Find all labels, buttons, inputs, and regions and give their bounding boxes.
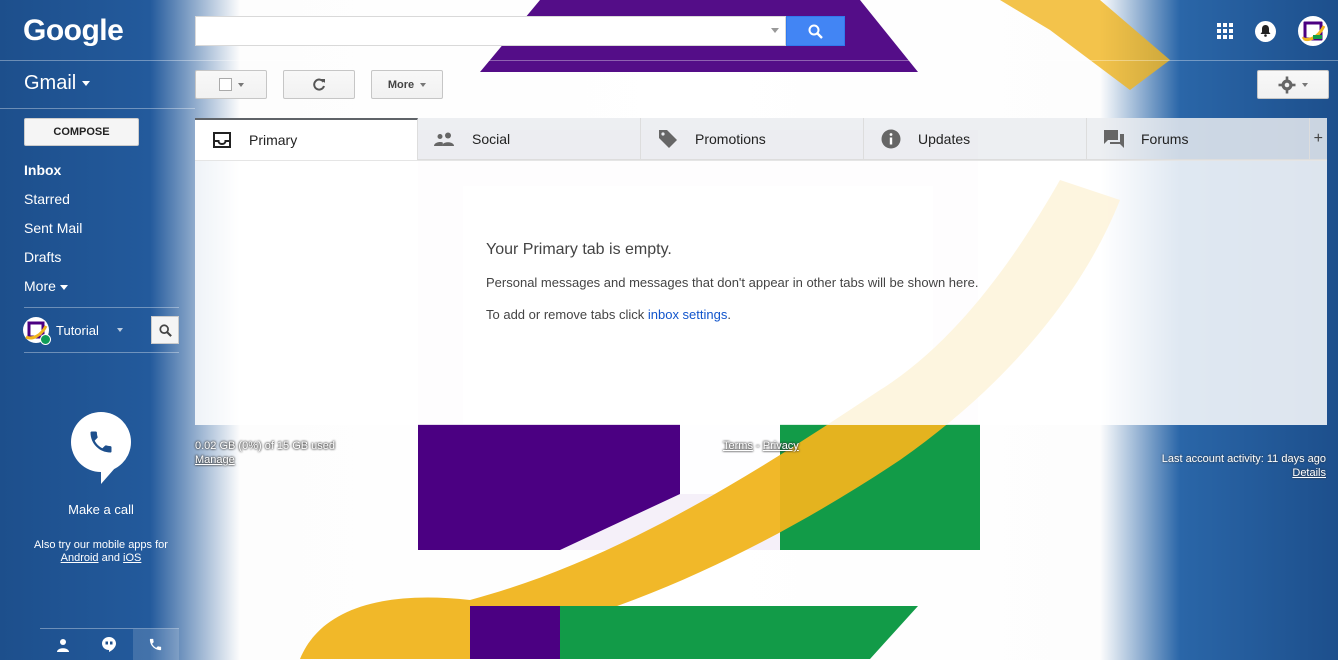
apps-grid-icon[interactable] xyxy=(1217,23,1233,39)
refresh-icon xyxy=(313,78,325,90)
tab-promotions[interactable]: Promotions xyxy=(641,118,864,160)
tab-updates[interactable]: Updates xyxy=(864,118,1087,160)
ios-link[interactable]: iOS xyxy=(123,552,141,564)
people-icon xyxy=(434,128,456,150)
tab-primary[interactable]: Primary xyxy=(195,118,418,160)
sidebar-item-more[interactable]: More xyxy=(24,276,82,305)
add-tab-button[interactable]: + xyxy=(1310,118,1327,160)
sidebar-item-starred[interactable]: Starred xyxy=(24,189,82,218)
tab-label: Updates xyxy=(918,130,971,147)
activity-details-link[interactable]: Details xyxy=(1162,467,1326,479)
compose-button[interactable]: COMPOSE xyxy=(24,118,139,146)
manage-storage-link[interactable]: Manage xyxy=(195,454,335,466)
nav-divider xyxy=(24,307,179,308)
gmail-label: Gmail xyxy=(24,72,77,94)
chevron-down-icon xyxy=(237,82,244,87)
chevron-down-icon xyxy=(82,81,91,86)
refresh-button[interactable] xyxy=(283,70,355,99)
search-icon xyxy=(808,24,823,39)
empty-state-title: Your Primary tab is empty. xyxy=(486,241,672,258)
google-logo[interactable]: Google xyxy=(23,14,124,48)
tab-social[interactable]: Social xyxy=(418,118,641,160)
sidebar-item-inbox[interactable]: Inbox xyxy=(24,160,82,189)
tab-label: Promotions xyxy=(695,130,766,147)
hangouts-avatar[interactable] xyxy=(23,317,51,345)
settings-button[interactable] xyxy=(1257,70,1329,99)
chevron-down-icon[interactable] xyxy=(116,328,123,332)
footer-separator: - xyxy=(756,440,760,452)
tab-label: Social xyxy=(472,130,511,147)
sidebar-item-drafts[interactable]: Drafts xyxy=(24,247,82,276)
search-box[interactable] xyxy=(195,16,786,46)
info-icon xyxy=(880,128,902,150)
terms-link[interactable]: Terms xyxy=(723,440,753,452)
search-options-caret-icon[interactable] xyxy=(771,28,779,33)
privacy-link[interactable]: Privacy xyxy=(763,440,799,452)
mobile-apps-text: Also try our mobile apps for xyxy=(34,539,168,551)
search-people-button[interactable] xyxy=(151,316,179,344)
account-activity: Last account activity: 11 days ago Detai… xyxy=(1162,453,1326,479)
sidebar-item-label: Sent Mail xyxy=(24,220,83,236)
storage-text: 0.02 GB (0%) of 15 GB used xyxy=(195,440,336,452)
phone-icon xyxy=(150,638,162,651)
sidebar-item-label: Inbox xyxy=(24,162,62,178)
sidebar-item-sent-mail[interactable]: Sent Mail xyxy=(24,218,82,247)
sidebar-item-label: Drafts xyxy=(24,249,62,265)
inbox-panel: Primary Social Promotions Updates Forums xyxy=(195,118,1327,425)
phone-tab[interactable] xyxy=(132,629,179,660)
chevron-down-icon xyxy=(59,284,68,290)
account-avatar[interactable] xyxy=(1298,16,1328,46)
chevron-down-icon xyxy=(420,82,427,87)
more-actions-label: More xyxy=(387,78,415,91)
account-tools xyxy=(1217,16,1328,46)
more-actions-button[interactable]: More xyxy=(371,70,443,99)
empty-state-hint: To add or remove tabs click inbox settin… xyxy=(486,307,731,322)
hint-suffix: . xyxy=(727,307,731,322)
android-link[interactable]: Android xyxy=(61,552,99,564)
and-text: and xyxy=(101,552,120,564)
hangouts-user-name[interactable]: Tutorial xyxy=(56,323,99,338)
mobile-apps-note: Also try our mobile apps for Android and… xyxy=(23,539,179,565)
sidebar-divider xyxy=(0,108,195,109)
search-button[interactable] xyxy=(786,16,845,46)
sidebar-item-label: More xyxy=(24,278,56,294)
storage-usage: 0.02 GB (0%) of 15 GB used Manage xyxy=(195,440,335,466)
sidebar-nav: Inbox Starred Sent Mail Drafts More xyxy=(24,160,82,305)
make-call-button[interactable] xyxy=(71,412,131,484)
tab-label: Forums xyxy=(1141,130,1189,147)
hangouts-user-row: Tutorial xyxy=(23,316,179,345)
hangouts-bottom-bar xyxy=(40,628,179,660)
person-icon xyxy=(57,638,70,652)
gmail-app-switcher[interactable]: Gmail xyxy=(24,72,91,95)
checkbox-icon xyxy=(218,78,232,91)
sidebar-item-label: Starred xyxy=(24,191,70,207)
hangouts-tab[interactable] xyxy=(86,629,132,660)
tab-forums[interactable]: Forums xyxy=(1087,118,1310,160)
tag-icon xyxy=(657,128,679,150)
footer-links: Terms - Privacy xyxy=(723,440,799,452)
account-activity-text: Last account activity: 11 days ago xyxy=(1161,453,1326,465)
search-input[interactable] xyxy=(196,17,768,43)
hangouts-call-section: Make a call Also try our mobile apps for… xyxy=(23,412,179,565)
search-icon xyxy=(158,323,172,337)
hint-prefix: To add or remove tabs click xyxy=(486,307,645,322)
forum-icon xyxy=(1103,128,1125,150)
category-tabs: Primary Social Promotions Updates Forums xyxy=(195,118,1327,160)
inbox-settings-link[interactable]: inbox settings xyxy=(648,307,728,322)
notifications-bell-icon[interactable] xyxy=(1255,20,1276,42)
contacts-tab[interactable] xyxy=(40,629,86,660)
empty-state: Your Primary tab is empty. Personal mess… xyxy=(195,160,1327,425)
phone-icon xyxy=(90,431,112,453)
empty-state-description: Personal messages and messages that don'… xyxy=(486,275,979,290)
hangouts-divider xyxy=(24,352,179,353)
select-checkbox-button[interactable] xyxy=(195,70,267,99)
tab-label: Primary xyxy=(249,132,298,148)
gear-icon xyxy=(1278,76,1296,93)
header-divider xyxy=(0,60,1338,61)
inbox-icon xyxy=(211,129,233,151)
chevron-down-icon xyxy=(1302,82,1308,87)
online-status-icon xyxy=(40,334,51,345)
hangouts-icon xyxy=(102,637,117,652)
make-call-label: Make a call xyxy=(68,502,134,517)
